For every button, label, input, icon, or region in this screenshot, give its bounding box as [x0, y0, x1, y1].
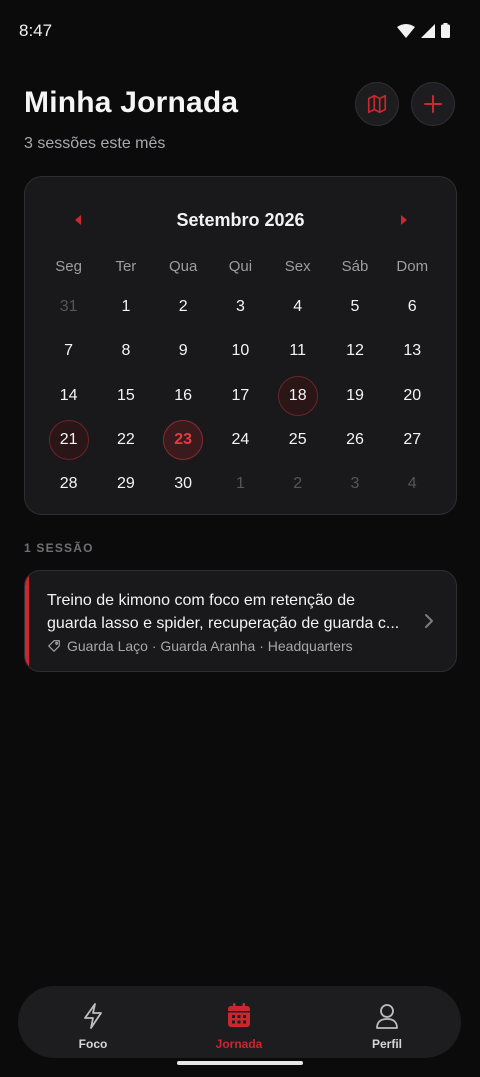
battery-icon [441, 23, 450, 38]
map-icon [367, 94, 387, 114]
session-accent-bar [25, 571, 29, 671]
bottom-navigation: Foco Jornada Perfil [18, 986, 461, 1058]
calendar-day[interactable]: 31 [40, 287, 97, 327]
calendar-day[interactable]: 30 [155, 464, 212, 504]
calendar-day[interactable]: 21 [40, 420, 97, 460]
session-title: Treino de kimono com foco em retenção de… [47, 592, 400, 632]
nav-item-jornada[interactable]: Jornada [179, 986, 299, 1058]
wifi-icon [397, 23, 415, 38]
page-title: Minha Jornada [24, 86, 239, 119]
calendar-day[interactable]: 1 [212, 464, 269, 504]
calendar-day[interactable]: 16 [155, 376, 212, 416]
calendar-day[interactable]: 29 [97, 464, 154, 504]
calendar-day[interactable]: 6 [384, 287, 441, 327]
status-time: 8:47 [19, 21, 53, 40]
weekday-label: Sex [284, 258, 311, 275]
status-bar: 8:47 [0, 0, 480, 60]
calendar-day[interactable]: 3 [212, 287, 269, 327]
calendar-day[interactable]: 25 [269, 420, 326, 460]
calendar-card: Setembro 2026 Seg Ter Qua Qui Sex Sáb Do… [24, 176, 457, 515]
weekday-label: Sáb [341, 258, 369, 275]
calendar-day[interactable]: 15 [97, 376, 154, 416]
calendar-day[interactable]: 1 [97, 287, 154, 327]
lightning-icon [84, 1003, 102, 1029]
calendar-day[interactable]: 22 [97, 420, 154, 460]
calendar-day[interactable]: 24 [212, 420, 269, 460]
weekday-header: Seg Ter Qua Qui Sex Sáb Dom [40, 258, 441, 275]
calendar-day[interactable]: 2 [269, 464, 326, 504]
session-count-label: 1 SESSÃO [24, 541, 94, 555]
calendar-week: 14 15 16 17 18 19 20 [40, 376, 441, 416]
chevron-right-icon [425, 614, 433, 628]
status-icons [397, 23, 450, 38]
add-session-button[interactable] [411, 82, 455, 126]
session-tags: Guarda Laço · Guarda Aranha · Headquarte… [47, 638, 353, 654]
weekday-label: Qui [228, 258, 253, 275]
calendar-week: 7 8 9 10 11 12 13 [40, 331, 441, 371]
calendar-day[interactable]: 17 [212, 376, 269, 416]
calendar-week: 21 22 23 24 25 26 27 [40, 420, 441, 460]
session-tags-text: Guarda Laço · Guarda Aranha · Headquarte… [67, 638, 353, 654]
plus-icon [424, 95, 442, 113]
calendar-month-label: Setembro 2026 [176, 210, 305, 230]
nav-label: Foco [78, 1037, 108, 1051]
tag-icon [48, 640, 60, 652]
calendar-day[interactable]: 10 [212, 331, 269, 371]
nav-label: Perfil [371, 1037, 402, 1051]
weekday-label: Seg [55, 258, 82, 275]
calendar-day[interactable]: 11 [269, 331, 326, 371]
calendar-day[interactable]: 23 [155, 420, 212, 460]
next-month-button[interactable] [398, 213, 410, 227]
weekday-label: Ter [115, 258, 137, 275]
calendar-day[interactable]: 14 [40, 376, 97, 416]
calendar-day[interactable]: 19 [326, 376, 383, 416]
nav-item-perfil[interactable]: Perfil [327, 986, 447, 1058]
calendar-day[interactable]: 12 [326, 331, 383, 371]
weekday-label: Qua [168, 258, 198, 275]
calendar-day[interactable]: 28 [40, 464, 97, 504]
nav-item-foco[interactable]: Foco [33, 986, 153, 1058]
calendar-day[interactable]: 7 [40, 331, 97, 371]
calendar-week: 28 29 30 1 2 3 4 [40, 464, 441, 504]
calendar-icon [228, 1003, 250, 1027]
calendar-day[interactable]: 8 [97, 331, 154, 371]
person-icon [376, 1004, 398, 1029]
calendar-day[interactable]: 27 [384, 420, 441, 460]
calendar-day[interactable]: 2 [155, 287, 212, 327]
calendar-day[interactable]: 13 [384, 331, 441, 371]
weekday-label: Dom [396, 258, 429, 275]
calendar-week: 31 1 2 3 4 5 6 [40, 287, 441, 327]
calendar-day[interactable]: 9 [155, 331, 212, 371]
nav-label: Jornada [215, 1037, 263, 1051]
calendar-day[interactable]: 4 [269, 287, 326, 327]
calendar-day[interactable]: 4 [384, 464, 441, 504]
calendar-day[interactable]: 26 [326, 420, 383, 460]
signal-icon [421, 23, 435, 38]
calendar-day[interactable]: 18 [269, 376, 326, 416]
calendar-day[interactable]: 5 [326, 287, 383, 327]
calendar-day[interactable]: 3 [326, 464, 383, 504]
home-indicator [177, 1061, 303, 1065]
calendar-day[interactable]: 20 [384, 376, 441, 416]
map-button[interactable] [355, 82, 399, 126]
session-card[interactable]: Treino de kimono com foco em retenção de… [24, 570, 457, 672]
page-subtitle: 3 sessões este mês [24, 135, 166, 152]
